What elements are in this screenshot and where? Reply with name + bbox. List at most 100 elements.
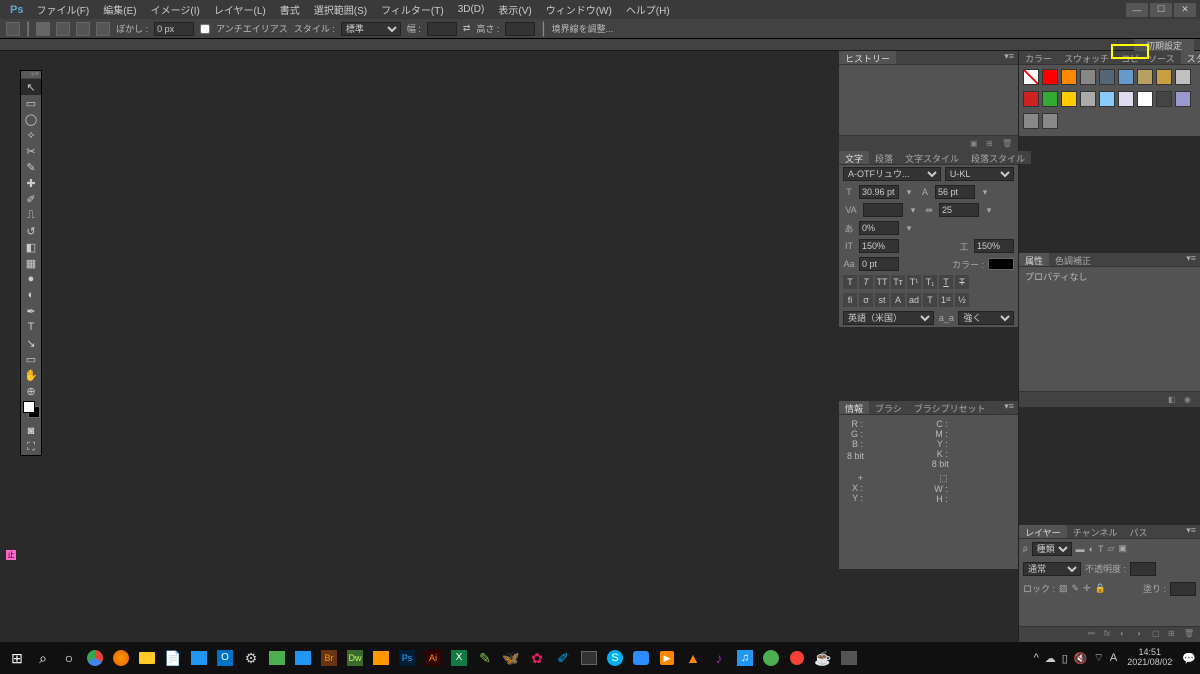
- pen-tool[interactable]: ✒: [21, 303, 41, 319]
- filter-adjust-icon[interactable]: ◐: [1089, 544, 1094, 554]
- style-swatch[interactable]: [1061, 91, 1077, 107]
- ot-1st-button[interactable]: 1ˢᵗ: [939, 293, 953, 307]
- history-delete-icon[interactable]: 🗑: [1002, 139, 1014, 149]
- menu-layer[interactable]: レイヤー(L): [207, 0, 273, 19]
- app-icon-2[interactable]: [290, 645, 316, 671]
- style-swatch[interactable]: [1023, 69, 1039, 85]
- media-icon[interactable]: ▶: [654, 645, 680, 671]
- tray-cloud-icon[interactable]: ☁: [1045, 652, 1056, 665]
- style-swatch[interactable]: [1137, 91, 1153, 107]
- menu-3d[interactable]: 3D(D): [451, 2, 492, 17]
- tab-paths[interactable]: パス: [1123, 525, 1153, 538]
- style-swatch[interactable]: [1023, 113, 1039, 129]
- notepad-icon[interactable]: 📄: [160, 645, 186, 671]
- layer-delete-icon[interactable]: 🗑: [1184, 629, 1196, 639]
- ot-a-button[interactable]: A: [891, 293, 905, 307]
- refine-edge-button[interactable]: 境界線を調整...: [552, 22, 614, 35]
- close-button[interactable]: ✕: [1174, 3, 1196, 17]
- bridge-icon[interactable]: Br: [316, 645, 342, 671]
- opacity-input[interactable]: [1130, 562, 1156, 576]
- style-swatch[interactable]: [1175, 69, 1191, 85]
- history-brush-tool[interactable]: ↺: [21, 223, 41, 239]
- marquee-sub-icon[interactable]: [76, 22, 90, 36]
- firefox-icon[interactable]: [108, 645, 134, 671]
- app-icon-7[interactable]: ♪: [706, 645, 732, 671]
- style-swatch[interactable]: [1061, 69, 1077, 85]
- vscale-input[interactable]: [859, 239, 899, 253]
- butterfly-icon[interactable]: 🦋: [498, 645, 524, 671]
- hscale-input[interactable]: [974, 239, 1014, 253]
- menu-select[interactable]: 選択範囲(S): [307, 0, 374, 19]
- layers-menu-icon[interactable]: ▾≡: [1182, 525, 1200, 538]
- outlook-icon[interactable]: O: [212, 645, 238, 671]
- type-tool[interactable]: T: [21, 319, 41, 335]
- heal-tool[interactable]: ✚: [21, 175, 41, 191]
- italic-button[interactable]: T: [859, 275, 873, 289]
- filter-pixel-icon[interactable]: ▬: [1076, 544, 1085, 554]
- marquee-rect-icon[interactable]: [36, 22, 50, 36]
- bold-button[interactable]: T: [843, 275, 857, 289]
- tab-adjustments[interactable]: 色調補正: [1049, 253, 1097, 266]
- blend-mode-select[interactable]: 通常: [1023, 562, 1081, 576]
- tsume-input[interactable]: [859, 221, 899, 235]
- swap-icon[interactable]: ⇄: [463, 23, 471, 34]
- style-swatch[interactable]: [1099, 69, 1115, 85]
- lock-pos-icon[interactable]: ✛: [1083, 583, 1091, 594]
- start-button[interactable]: ⊞: [4, 645, 30, 671]
- tab-charstyle[interactable]: 文字スタイル: [899, 151, 965, 164]
- antialias-checkbox[interactable]: [200, 24, 210, 34]
- app-icon-6[interactable]: ✐: [550, 645, 576, 671]
- menu-help[interactable]: ヘルプ(H): [619, 0, 677, 19]
- menu-edit[interactable]: 編集(E): [96, 0, 143, 19]
- menu-view[interactable]: 表示(V): [491, 0, 538, 19]
- globe-icon[interactable]: [758, 645, 784, 671]
- move-tool[interactable]: ↖: [21, 79, 41, 95]
- history-new-icon[interactable]: ⊞: [986, 139, 998, 149]
- style-swatch[interactable]: [1175, 91, 1191, 107]
- style-swatch[interactable]: [1099, 91, 1115, 107]
- lock-pixel-icon[interactable]: ✎: [1072, 583, 1080, 594]
- kerning-input[interactable]: [863, 203, 903, 217]
- lang-select[interactable]: 英語（米国）: [843, 311, 934, 325]
- menu-file[interactable]: ファイル(F): [29, 0, 96, 19]
- eraser-tool[interactable]: ◧: [21, 239, 41, 255]
- marquee-add-icon[interactable]: [56, 22, 70, 36]
- layer-adjust-icon[interactable]: ◑: [1136, 629, 1148, 639]
- style-swatch[interactable]: [1023, 91, 1039, 107]
- illustrator-icon[interactable]: Ai: [420, 645, 446, 671]
- smallcaps-button[interactable]: Tᴛ: [891, 275, 905, 289]
- vlc-icon[interactable]: ▲: [680, 645, 706, 671]
- tray-notification-icon[interactable]: 💬: [1182, 652, 1196, 665]
- tracking-input[interactable]: [939, 203, 979, 217]
- music-icon[interactable]: ♫: [732, 645, 758, 671]
- skype-icon[interactable]: S: [602, 645, 628, 671]
- width-input[interactable]: [427, 22, 457, 36]
- filter-shape-icon[interactable]: ▱: [1108, 543, 1115, 554]
- subscript-button[interactable]: T₁: [923, 275, 937, 289]
- photoshop-icon[interactable]: Ps: [394, 645, 420, 671]
- tab-color[interactable]: カラー: [1019, 51, 1058, 64]
- brush-tool[interactable]: ✐: [21, 191, 41, 207]
- dodge-tool[interactable]: ◐: [21, 287, 41, 303]
- text-color-swatch[interactable]: [988, 258, 1014, 270]
- screenmode-tool[interactable]: ⛶: [21, 439, 41, 455]
- tab-properties[interactable]: 属性: [1019, 253, 1049, 266]
- app-icon-5[interactable]: ✿: [524, 645, 550, 671]
- excel-icon[interactable]: X: [446, 645, 472, 671]
- menu-image[interactable]: イメージ(I): [144, 0, 207, 19]
- lock-trans-icon[interactable]: ▨: [1059, 583, 1068, 594]
- filter-smart-icon[interactable]: ▣: [1118, 543, 1127, 554]
- tab-layers[interactable]: レイヤー: [1019, 525, 1067, 538]
- tray-expand-icon[interactable]: ^: [1034, 652, 1039, 664]
- path-tool[interactable]: ↘: [21, 335, 41, 351]
- eyedropper-tool[interactable]: ✎: [21, 159, 41, 175]
- explorer-icon[interactable]: [134, 645, 160, 671]
- zoom-tool[interactable]: ⊕: [21, 383, 41, 399]
- hand-tool[interactable]: ✋: [21, 367, 41, 383]
- strike-button[interactable]: T: [955, 275, 969, 289]
- foreground-color[interactable]: [23, 401, 35, 413]
- tray-wifi-icon[interactable]: ⌔: [1094, 651, 1104, 665]
- style-swatch[interactable]: [1156, 69, 1172, 85]
- menu-type[interactable]: 書式: [273, 0, 307, 19]
- ot-frac-button[interactable]: ½: [955, 293, 969, 307]
